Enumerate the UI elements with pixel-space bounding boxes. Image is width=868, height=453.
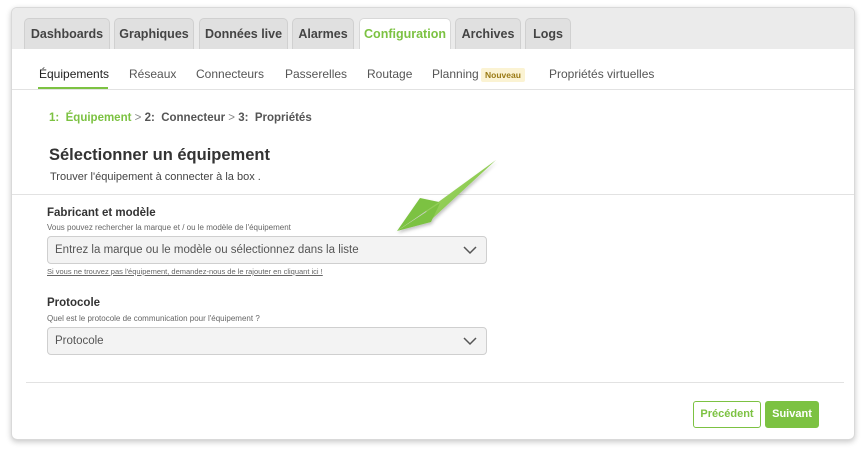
subnav-equipements[interactable]: Équipements: [39, 67, 109, 81]
tab-archives[interactable]: Archives: [455, 18, 521, 49]
subnav-routage[interactable]: Routage: [367, 67, 412, 81]
step-1-number: 1:: [49, 112, 60, 124]
new-badge: Nouveau: [481, 68, 525, 82]
tab-logs[interactable]: Logs: [525, 18, 571, 49]
main-tab-bar: Dashboards Graphiques Données live Alarm…: [12, 8, 854, 50]
step-1-label: Équipement: [65, 112, 132, 124]
protocol-hint: Quel est le protocole de communication p…: [47, 314, 260, 323]
step-3-number: 3:: [238, 112, 249, 124]
subnav-proprietes-virtuelles[interactable]: Propriétés virtuelles: [549, 67, 654, 81]
next-button[interactable]: Suivant: [765, 401, 819, 428]
request-equipment-link[interactable]: Si vous ne trouvez pas l'équipement, dem…: [47, 267, 323, 276]
protocol-value: Protocole: [55, 335, 104, 347]
step-3-label: Propriétés: [254, 112, 312, 124]
protocol-select[interactable]: Protocole: [47, 327, 487, 355]
subnav-connecteurs[interactable]: Connecteurs: [196, 67, 264, 81]
subnav-reseaux[interactable]: Réseaux: [129, 67, 176, 81]
footer-divider: [26, 382, 844, 383]
page-subtitle: Trouver l'équipement à connecter à la bo…: [50, 171, 261, 183]
previous-button[interactable]: Précédent: [693, 401, 761, 428]
step-separator: >: [134, 112, 142, 124]
manufacturer-placeholder: Entrez la marque ou le modèle ou sélecti…: [55, 244, 359, 256]
page-title: Sélectionner un équipement: [49, 146, 270, 164]
tab-configuration[interactable]: Configuration: [359, 18, 451, 50]
manufacturer-select[interactable]: Entrez la marque ou le modèle ou sélecti…: [47, 236, 487, 264]
section-divider: [12, 194, 854, 195]
tab-donnees-live[interactable]: Données live: [199, 18, 288, 49]
step-2-label: Connecteur: [161, 112, 226, 124]
wizard-breadcrumb: 1: Équipement > 2: Connecteur > 3: Propr…: [49, 112, 312, 124]
tab-dashboards[interactable]: Dashboards: [24, 18, 110, 49]
manufacturer-hint: Vous pouvez rechercher la marque et / ou…: [47, 223, 291, 232]
sub-navigation: Équipements Réseaux Connecteurs Passerel…: [12, 49, 854, 89]
chevron-down-icon: [463, 246, 477, 255]
tab-alarmes[interactable]: Alarmes: [292, 18, 354, 49]
app-window: Dashboards Graphiques Données live Alarm…: [11, 7, 855, 440]
protocol-label: Protocole: [47, 297, 101, 309]
tab-graphiques[interactable]: Graphiques: [114, 18, 194, 49]
subnav-divider: [12, 89, 854, 90]
manufacturer-label: Fabricant et modèle: [47, 207, 156, 219]
subnav-passerelles[interactable]: Passerelles: [285, 67, 347, 81]
step-separator: >: [228, 112, 236, 124]
subnav-planning[interactable]: Planning: [432, 67, 479, 81]
chevron-down-icon: [463, 337, 477, 346]
step-2-number: 2:: [144, 112, 155, 124]
